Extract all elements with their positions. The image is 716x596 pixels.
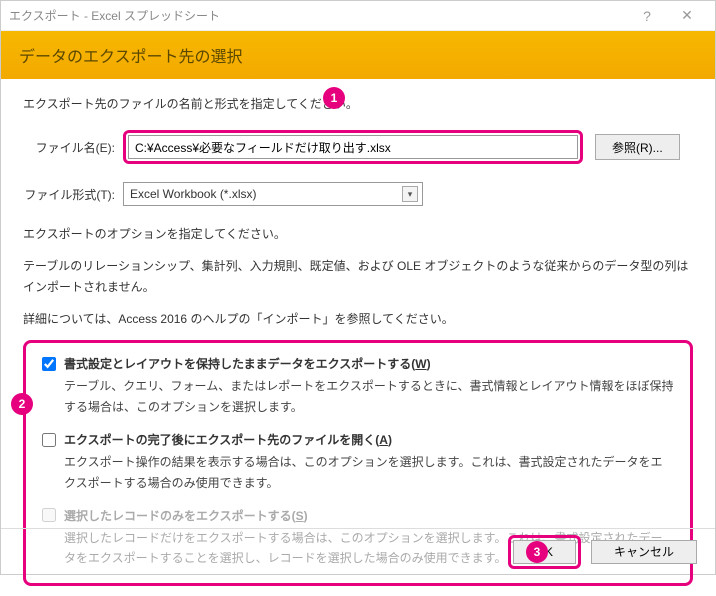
option-desc: テーブル、クエリ、フォーム、またはレポートをエクスポートするときに、書式情報とレ… [64,376,674,417]
options-intro-1: エクスポートのオプションを指定してください。 [23,224,693,246]
footer: OK キャンセル [1,528,715,574]
option-open-after-export-checkbox[interactable] [42,433,56,447]
format-value: Excel Workbook (*.xlsx) [130,187,402,201]
option-preserve-formatting-checkbox[interactable] [42,357,56,371]
option-label: 書式設定とレイアウトを保持したままデータをエクスポートする(W) [64,355,431,372]
option-selected-records-checkbox [42,508,56,522]
window-title: エクスポート - Excel スプレッドシート [9,7,627,24]
option-label: エクスポートの完了後にエクスポート先のファイルを開く(A) [64,431,392,448]
filename-row: ファイル名(E): 参照(R)... [23,130,693,164]
help-icon[interactable]: ? [627,8,667,24]
format-row: ファイル形式(T): Excel Workbook (*.xlsx) ▾ [23,182,693,206]
chevron-down-icon: ▾ [402,186,418,202]
browse-button[interactable]: 参照(R)... [595,134,680,160]
content: エクスポート先のファイルの名前と形式を指定してください。 ファイル名(E): 参… [1,79,715,596]
option-label: 選択したレコードのみをエクスポートする(S) [64,507,308,524]
options-intro-3: 詳細については、Access 2016 のヘルプの「インポート」を参照してくださ… [23,309,693,331]
format-label: ファイル形式(T): [23,186,123,203]
titlebar: エクスポート - Excel スプレッドシート ? ✕ [1,1,715,31]
filename-input[interactable] [128,135,578,159]
page-header: データのエクスポート先の選択 [1,31,715,79]
callout-2: 2 [11,393,33,415]
format-select[interactable]: Excel Workbook (*.xlsx) ▾ [123,182,423,206]
filename-highlight [123,130,583,164]
callout-3: 3 [526,541,548,563]
page-title: データのエクスポート先の選択 [19,49,243,66]
options-intro-2: テーブルのリレーションシップ、集計列、入力規則、既定値、および OLE オブジェ… [23,256,693,299]
option-open-after-export: エクスポートの完了後にエクスポート先のファイルを開く(A) エクスポート操作の結… [42,431,674,493]
option-desc: エクスポート操作の結果を表示する場合は、このオプションを選択します。これは、書式… [64,452,674,493]
cancel-button[interactable]: キャンセル [591,540,697,564]
filename-label: ファイル名(E): [23,139,123,156]
close-icon[interactable]: ✕ [667,7,707,24]
instruction-text: エクスポート先のファイルの名前と形式を指定してください。 [23,95,693,112]
callout-1: 1 [323,87,345,109]
option-preserve-formatting: 書式設定とレイアウトを保持したままデータをエクスポートする(W) テーブル、クエ… [42,355,674,417]
